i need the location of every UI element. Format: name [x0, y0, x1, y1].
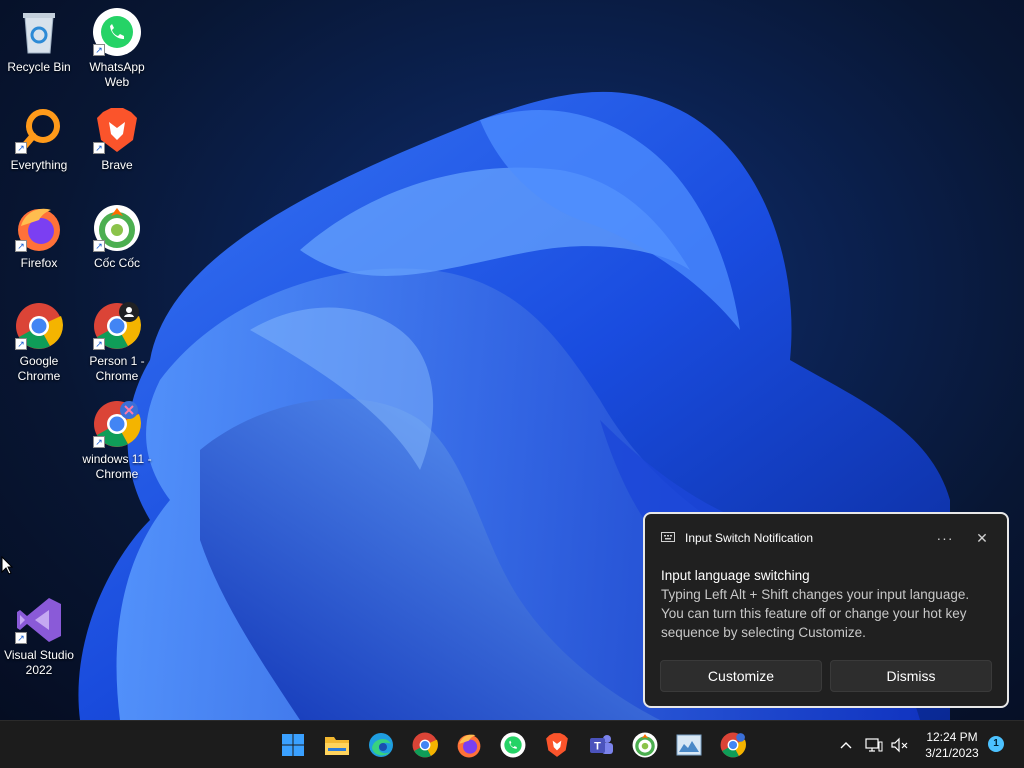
brave-icon	[546, 733, 568, 757]
whatsapp-icon: ↗	[93, 8, 141, 56]
more-options-button[interactable]: ···	[933, 530, 957, 546]
chevron-up-icon	[840, 742, 852, 749]
coccoc-icon	[632, 732, 658, 758]
shortcut-arrow-icon: ↗	[15, 142, 27, 154]
desktop-icon-everything[interactable]: ↗ Everything	[0, 106, 78, 173]
visual-studio-icon: ↗	[15, 596, 63, 644]
notification-count-badge[interactable]: 1	[988, 736, 1004, 752]
clock-time: 12:24 PM	[926, 730, 978, 744]
desktop-icon-windows11-chrome[interactable]: ↗ windows 11 - Chrome	[78, 400, 156, 482]
network-status[interactable]	[864, 721, 884, 768]
desktop-icon-label: windows 11 - Chrome	[82, 452, 152, 481]
chrome-profile-icon: ↗	[93, 400, 141, 448]
desktop-icon-whatsapp-web[interactable]: ↗ WhatsApp Web	[78, 8, 156, 90]
desktop-icon-recycle-bin[interactable]: Recycle Bin	[0, 8, 78, 75]
notification-header: Input Switch Notification ··· ✕	[661, 530, 991, 546]
edge-icon	[369, 733, 393, 757]
shortcut-arrow-icon: ↗	[15, 338, 27, 350]
brave-icon: ↗	[93, 106, 141, 154]
notification-app-title: Input Switch Notification	[685, 531, 814, 545]
close-button[interactable]: ✕	[973, 530, 991, 547]
shortcut-arrow-icon: ↗	[93, 44, 105, 56]
volume-control[interactable]	[890, 721, 910, 768]
taskbar: T 12:24 PM 3/21/2023	[0, 720, 1024, 768]
desktop-icon-label: Brave	[101, 158, 133, 172]
photos-icon	[676, 734, 702, 756]
chrome-profile-icon: ↗	[93, 302, 141, 350]
firefox-icon	[457, 734, 481, 758]
firefox-icon: ↗	[15, 204, 63, 252]
taskbar-chrome[interactable]	[409, 729, 441, 761]
customize-button[interactable]: Customize	[660, 660, 822, 692]
teams-icon: T	[590, 735, 613, 754]
desktop-icon-coccoc[interactable]: ↗ Cốc Cốc	[78, 204, 156, 271]
clock[interactable]: 12:24 PM 3/21/2023	[912, 729, 992, 761]
desktop-icon-label: Cốc Cốc	[93, 256, 140, 270]
desktop-icon-label: Google Chrome	[17, 354, 61, 383]
desktop-icon-label: Visual Studio 2022	[4, 648, 74, 677]
notification-heading: Input language switching	[661, 568, 810, 583]
file-explorer-icon	[325, 737, 349, 755]
keyboard-icon	[661, 532, 675, 542]
taskbar-photos[interactable]	[673, 729, 705, 761]
desktop-icon-google-chrome[interactable]: ↗ Google Chrome	[0, 302, 78, 384]
desktop-icon-person1-chrome[interactable]: ↗ Person 1 - Chrome	[78, 302, 156, 384]
speaker-muted-icon	[891, 737, 908, 753]
mouse-cursor-icon	[1, 556, 13, 575]
desktop-icon-label: WhatsApp Web	[89, 60, 145, 89]
taskbar-edge[interactable]	[365, 729, 397, 761]
chrome-profile-icon	[720, 732, 746, 758]
coccoc-icon: ↗	[93, 204, 141, 252]
desktop-icon-label: Recycle Bin	[7, 60, 71, 74]
desktop-icon-visual-studio[interactable]: ↗ Visual Studio 2022	[0, 596, 78, 678]
taskbar-coccoc[interactable]	[629, 729, 661, 761]
desktop-icon-brave[interactable]: ↗ Brave	[78, 106, 156, 173]
taskbar-whatsapp[interactable]	[497, 729, 529, 761]
desktop-icon-label: Everything	[10, 158, 68, 172]
taskbar-teams[interactable]: T	[585, 729, 617, 761]
taskbar-chrome-profile[interactable]	[717, 729, 749, 761]
notification-body: Input language switching Typing Left Alt…	[661, 566, 993, 642]
shortcut-arrow-icon: ↗	[93, 240, 105, 252]
shortcut-arrow-icon: ↗	[15, 632, 27, 644]
desktop-icon-label: Person 1 - Chrome	[89, 354, 145, 383]
desktop-icon-label: Firefox	[20, 256, 58, 270]
chrome-icon: ↗	[15, 302, 63, 350]
notification-text: Typing Left Alt + Shift changes your inp…	[661, 587, 970, 640]
desktop-icon-firefox[interactable]: ↗ Firefox	[0, 204, 78, 271]
network-monitor-icon	[865, 738, 883, 752]
shortcut-arrow-icon: ↗	[93, 436, 105, 448]
recycle-bin-icon	[15, 8, 63, 56]
dismiss-button[interactable]: Dismiss	[830, 660, 992, 692]
taskbar-file-explorer[interactable]	[321, 729, 353, 761]
start-icon	[282, 734, 304, 756]
shortcut-arrow-icon: ↗	[93, 142, 105, 154]
show-hidden-icons-button[interactable]	[836, 721, 856, 768]
everything-search-icon: ↗	[15, 106, 63, 154]
taskbar-brave[interactable]	[541, 729, 573, 761]
svg-text:T: T	[594, 741, 601, 753]
taskbar-firefox[interactable]	[453, 729, 485, 761]
start-button[interactable]	[277, 729, 309, 761]
input-switch-notification[interactable]: Input Switch Notification ··· ✕ Input la…	[643, 512, 1009, 708]
clock-date: 3/21/2023	[925, 746, 979, 760]
whatsapp-icon	[500, 732, 526, 758]
shortcut-arrow-icon: ↗	[93, 338, 105, 350]
shortcut-arrow-icon: ↗	[15, 240, 27, 252]
chrome-icon	[412, 732, 438, 758]
